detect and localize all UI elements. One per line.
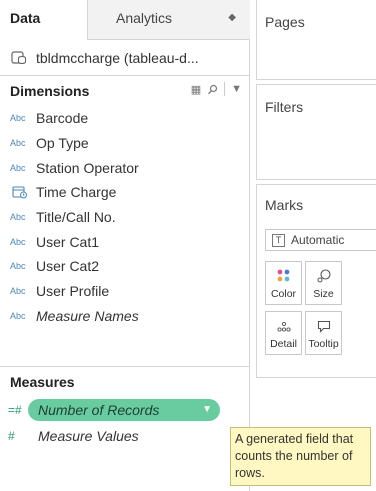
dimensions-title: Dimensions [10,83,90,99]
color-button[interactable]: Color [265,261,302,305]
string-type-icon: Abc [10,212,26,223]
shelves-pane: Pages Filters Marks T Automatic Color Si… [250,0,376,491]
dimension-field[interactable]: Abc User Cat1 [0,229,250,254]
tooltip-button[interactable]: Tooltip [305,311,342,355]
pane-tabs: Data Analytics ◆ [0,0,250,40]
sort-caret-icon[interactable]: ◆ [228,12,236,23]
filters-shelf[interactable]: Filters [256,84,376,180]
text-mark-icon: T [272,233,285,247]
detail-dots-icon [276,321,291,332]
database-icon [11,50,27,64]
pages-shelf[interactable]: Pages [256,0,376,80]
measure-field-selected[interactable]: =# Number of Records ▼ [8,398,220,422]
data-pane: Data Analytics ◆ tbldmccharge (tableau-d… [0,0,250,491]
dimension-list: Abc Barcode Abc Op Type Abc Station Oper… [0,106,250,328]
measure-pill[interactable]: Number of Records ▼ [28,399,220,421]
datasource-row[interactable]: tbldmccharge (tableau-d... [0,40,250,76]
color-label: Color [270,288,297,300]
field-label: Op Type [36,135,89,152]
field-tooltip: A generated field that counts the number… [230,427,371,486]
string-type-icon: Abc [10,261,26,272]
tab-analytics-label: Analytics [116,10,173,26]
string-type-icon: Abc [10,310,26,321]
dimension-field[interactable]: Abc Barcode [0,106,250,131]
dropdown-arrow-icon[interactable]: ▼ [202,404,212,415]
size-icon [317,269,331,283]
filters-title: Filters [265,99,304,115]
field-label: User Cat2 [36,258,100,275]
detail-button[interactable]: Detail [265,311,302,355]
string-type-icon: Abc [10,286,26,297]
field-label: Station Operator [36,159,139,176]
field-label: Number of Records [38,402,160,418]
tab-data[interactable]: Data [0,0,88,40]
dimension-field[interactable]: Abc User Profile [0,279,250,304]
datasource-name: tbldmccharge (tableau-d... [36,49,199,66]
field-label: User Profile [36,283,110,300]
size-label: Size [313,288,334,300]
speech-bubble-icon [317,320,330,333]
number-type-icon: # [8,429,15,443]
size-button[interactable]: Size [305,261,342,305]
string-type-icon: Abc [10,113,26,124]
dimension-field[interactable]: Abc Measure Names [0,304,250,329]
dimension-field[interactable]: Abc User Cat2 [0,254,250,279]
dimension-field[interactable]: Abc Station Operator [0,155,250,180]
view-list-icon[interactable]: ▦ [191,83,201,96]
tooltip-label: Tooltip [308,338,339,350]
dimension-field[interactable]: Abc Title/Call No. [0,205,250,230]
string-type-icon: Abc [10,236,26,247]
dimensions-tools: ▦ ▼ [191,82,242,96]
calendar-icon [12,186,27,199]
field-label: Measure Names [36,307,139,324]
dimensions-header: Dimensions ▦ ▼ [0,80,250,102]
dimension-field[interactable]: Abc Op Type [0,131,250,156]
measure-field[interactable]: # Measure Values [8,424,139,448]
tools-divider [224,82,226,96]
marks-card: Marks T Automatic Color Size Detail Tool… [256,184,376,378]
mark-type-dropdown[interactable]: T Automatic [265,229,376,251]
mark-type-label: Automatic [291,233,345,247]
tab-analytics[interactable]: Analytics ◆ [88,0,250,40]
string-type-icon: Abc [10,162,26,173]
field-label: Time Charge [36,184,117,201]
field-label: User Cat1 [36,233,100,250]
field-label: Measure Values [38,428,139,444]
field-label: Title/Call No. [36,209,116,226]
pages-title: Pages [265,14,305,30]
marks-title: Marks [265,197,304,213]
menu-caret-icon[interactable]: ▼ [231,83,242,95]
measures-title: Measures [10,374,75,390]
field-label: Barcode [36,110,89,127]
string-type-icon: Abc [10,138,26,149]
dimension-field[interactable]: Time Charge [0,180,250,205]
detail-label: Detail [270,338,297,350]
search-icon[interactable] [207,84,218,95]
calculated-number-type-icon: =# [8,403,22,417]
section-divider [0,366,250,367]
color-dots-icon [277,269,289,282]
